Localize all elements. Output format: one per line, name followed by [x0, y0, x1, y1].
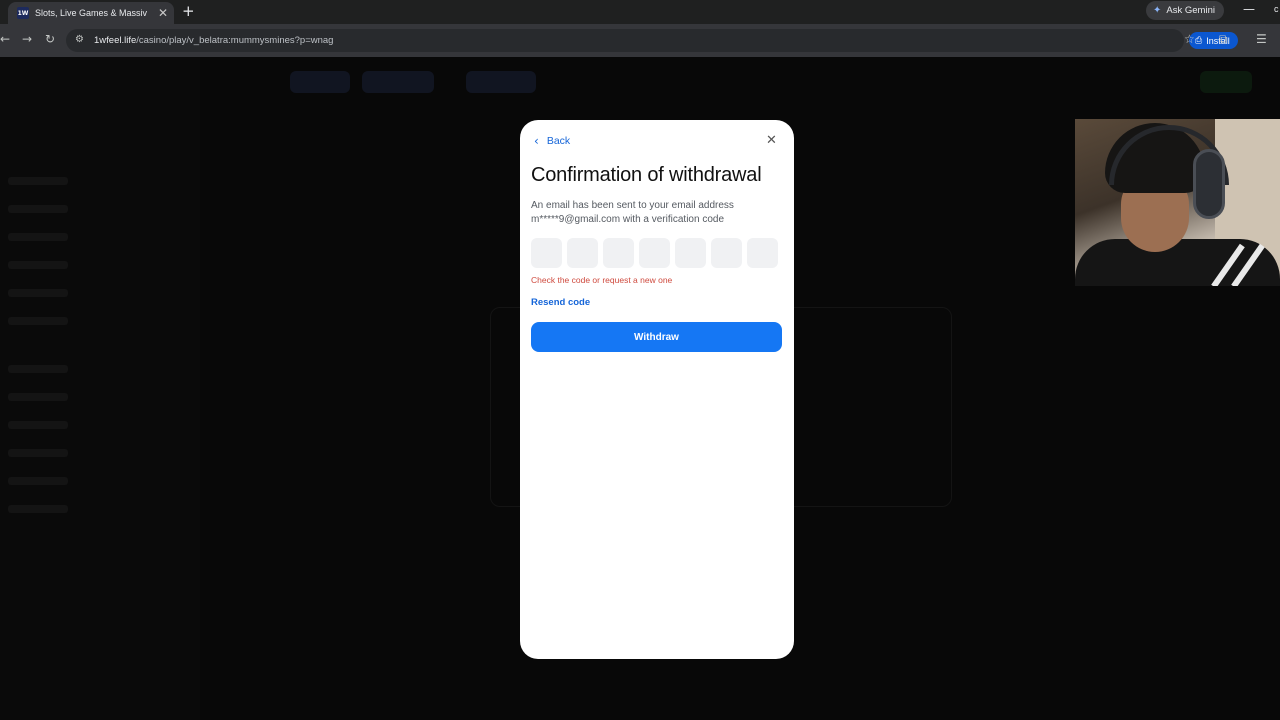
modal-title: Confirmation of withdrawal — [531, 164, 762, 186]
sidebar-placeholder — [8, 205, 68, 213]
site-deposit-placeholder — [1200, 71, 1252, 93]
sidebar-placeholder — [8, 421, 68, 429]
sidebar-placeholder — [8, 477, 68, 485]
extensions-icon[interactable]: ⧉ — [1219, 32, 1228, 47]
install-app-button[interactable]: ⎙ Install — [1189, 32, 1238, 49]
sidebar-placeholder — [8, 393, 68, 401]
window-edge-text: c — [1274, 4, 1279, 14]
site-nav-placeholder — [466, 71, 536, 93]
code-digit-input[interactable] — [567, 238, 598, 268]
tab-title: Slots, Live Games & Massive Ja — [35, 8, 147, 18]
browser-tab[interactable]: 1W Slots, Live Games & Massive Ja ✕ — [8, 2, 174, 24]
withdraw-button[interactable]: Withdraw — [531, 322, 782, 352]
sidebar-placeholder — [8, 317, 68, 325]
webcam-overlay — [1075, 119, 1280, 286]
site-info-icon[interactable]: ⚙ — [75, 34, 84, 45]
sidebar-placeholder — [8, 289, 68, 297]
headphone-icon — [1193, 149, 1225, 219]
back-arrow-icon[interactable]: ← — [0, 32, 10, 46]
code-digit-input[interactable] — [531, 238, 562, 268]
ask-gemini-button[interactable]: ✦ Ask Gemini — [1146, 1, 1224, 20]
install-icon: ⎙ — [1195, 35, 1203, 46]
address-bar[interactable]: ⚙ 1wfeel.life/casino/play/v_belatra:mumm… — [66, 29, 1238, 52]
code-digit-input[interactable] — [639, 238, 670, 268]
site-nav-placeholder — [290, 71, 350, 93]
back-button[interactable]: ‹ Back — [534, 134, 570, 148]
code-digit-input[interactable] — [711, 238, 742, 268]
url-text[interactable]: 1wfeel.life/casino/play/v_belatra:mummys… — [94, 35, 333, 46]
tab-close-icon[interactable]: ✕ — [158, 6, 168, 20]
code-digit-input[interactable] — [675, 238, 706, 268]
back-chevron-icon: ‹ — [534, 134, 539, 148]
gemini-icon: ✦ — [1153, 5, 1162, 16]
sidebar-placeholder — [8, 505, 68, 513]
ask-gemini-label: Ask Gemini — [1166, 5, 1215, 16]
sidebar-placeholder — [8, 449, 68, 457]
bookmark-star-icon[interactable]: ☆ — [1184, 32, 1195, 46]
back-label: Back — [546, 135, 571, 147]
reload-icon[interactable]: ↻ — [45, 32, 55, 46]
close-icon[interactable]: ✕ — [766, 133, 777, 148]
code-digit-input[interactable] — [603, 238, 634, 268]
forward-arrow-icon[interactable]: → — [22, 32, 32, 46]
code-digit-input[interactable] — [747, 238, 778, 268]
resend-code-link[interactable]: Resend code — [531, 297, 590, 308]
site-nav-placeholder — [362, 71, 434, 93]
sidebar-placeholder — [8, 177, 68, 185]
url-path: /casino/play/v_belatra:mummysmines?p=wna… — [136, 35, 334, 46]
code-error-message: Check the code or request a new one — [531, 275, 673, 285]
url-domain: 1wfeel.life — [94, 35, 137, 46]
site-sidebar — [0, 57, 200, 720]
sidebar-placeholder — [8, 261, 68, 269]
verification-code-inputs — [531, 238, 778, 268]
browser-toolbar: ← → ↻ ⚙ 1wfeel.life/casino/play/v_belatr… — [0, 24, 1280, 57]
sidebar-placeholder — [8, 365, 68, 373]
site-favicon-icon: 1W — [17, 7, 29, 19]
new-tab-icon[interactable]: + — [182, 2, 195, 20]
browser-tab-strip: 1W Slots, Live Games & Massive Ja ✕ + ✦ … — [0, 0, 1280, 24]
sidebar-placeholder — [8, 233, 68, 241]
withdrawal-confirmation-modal: ‹ Back ✕ Confirmation of withdrawal An e… — [520, 120, 794, 659]
side-panel-icon[interactable]: ☰ — [1256, 32, 1267, 46]
modal-description: An email has been sent to your email add… — [531, 200, 734, 225]
window-minimize-icon[interactable]: — — [1243, 2, 1255, 16]
